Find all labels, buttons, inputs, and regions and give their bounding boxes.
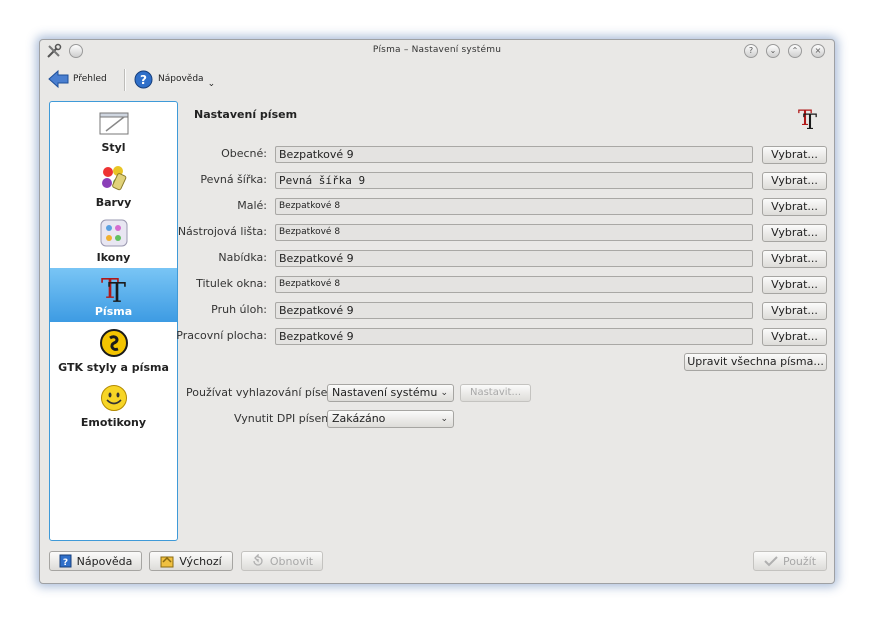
antialias-value: Nastavení systému	[332, 386, 438, 399]
overview-button[interactable]: Přehled	[48, 67, 107, 91]
style-icon	[98, 109, 130, 137]
font-small-choose-button[interactable]: Vybrat...	[762, 198, 827, 216]
gtk-icon	[98, 329, 130, 357]
minimize-button[interactable]: ⌄	[766, 44, 780, 58]
page-title: Nastavení písem	[194, 108, 298, 121]
font-window-title-label: Titulek okna:	[196, 277, 267, 290]
fonts-icon: T T	[98, 273, 130, 309]
font-menu-choose-button[interactable]: Vybrat...	[762, 250, 827, 268]
sidebar-item-label: Styl	[101, 141, 126, 154]
font-desktop-field: Bezpatkové 9	[275, 328, 753, 345]
checkmark-icon	[764, 555, 778, 567]
font-taskbar-label: Pruh úloh:	[211, 303, 267, 316]
font-desktop-label: Pracovní plocha:	[176, 329, 267, 342]
sidebar-item-label: Barvy	[95, 196, 132, 209]
window-title: Písma – Nastavení systému	[372, 45, 502, 55]
fonts-settings-panel: Nastavení písem T T Obecné: Bezpatkové 9…	[176, 101, 831, 541]
sidebar-item-label: GTK styly a písma	[58, 361, 169, 374]
colors-icon	[98, 164, 130, 192]
maximize-button[interactable]: ⌃	[788, 44, 802, 58]
footer-help-label: Nápověda	[76, 554, 133, 568]
sidebar-item-style[interactable]: Styl	[50, 104, 177, 158]
chevron-down-icon: ⌄	[440, 414, 448, 424]
icons-icon	[98, 219, 130, 247]
toolbar-separator	[124, 69, 126, 91]
dpi-label: Vynutit DPI písem:	[234, 412, 336, 425]
defaults-button[interactable]: Výchozí	[149, 551, 233, 571]
svg-text:?: ?	[140, 73, 147, 87]
font-small-field: Bezpatkové 8	[275, 198, 753, 215]
reset-label: Obnovit	[269, 554, 314, 568]
toolbar: Přehled ? Nápověda ⌄	[40, 64, 834, 94]
antialias-configure-button[interactable]: Nastavit...	[460, 384, 531, 402]
help-menu-button[interactable]: ? Nápověda ⌄	[134, 67, 215, 91]
font-window-title-choose-button[interactable]: Vybrat...	[762, 276, 827, 294]
settings-window: Písma – Nastavení systému ? ⌄ ⌃ × Přehle…	[39, 39, 835, 584]
sidebar-item-fonts[interactable]: T T Písma	[50, 268, 177, 322]
sidebar-item-label: Ikony	[96, 251, 131, 264]
reset-icon	[251, 553, 265, 568]
chevron-down-icon: ⌄	[207, 79, 216, 89]
font-taskbar-choose-button[interactable]: Vybrat...	[762, 302, 827, 320]
defaults-icon	[160, 554, 174, 568]
font-general-label: Obecné:	[221, 147, 267, 160]
sidebar-item-icons[interactable]: Ikony	[50, 214, 177, 268]
category-sidebar: Styl Barvy Ikony T T Písma GTK styly a p…	[49, 101, 178, 541]
font-window-title-field: Bezpatkové 8	[275, 276, 753, 293]
close-button[interactable]: ×	[811, 44, 825, 58]
help-book-icon: ?	[59, 554, 72, 568]
help-icon: ?	[134, 70, 153, 89]
font-taskbar-field: Bezpatkové 9	[275, 302, 753, 319]
sidebar-item-gtk[interactable]: GTK styly a písma	[50, 324, 177, 378]
font-toolbar-field: Bezpatkové 8	[275, 224, 753, 241]
dpi-select[interactable]: Zakázáno ⌄	[327, 410, 454, 428]
adjust-all-fonts-button[interactable]: Upravit všechna písma...	[684, 353, 827, 371]
font-toolbar-label: Nástrojová lišta:	[177, 225, 267, 238]
font-general-field: Bezpatkové 9	[275, 146, 753, 163]
footer-help-button[interactable]: ? Nápověda	[49, 551, 142, 571]
overview-label: Přehled	[73, 74, 107, 84]
emoticons-icon	[98, 384, 130, 412]
font-small-label: Malé:	[237, 199, 267, 212]
defaults-label: Výchozí	[179, 554, 222, 568]
sidebar-item-emoticons[interactable]: Emotikony	[50, 379, 177, 433]
font-desktop-choose-button[interactable]: Vybrat...	[762, 328, 827, 346]
help-menu-label: Nápověda	[158, 74, 204, 84]
font-menu-label: Nabídka:	[218, 251, 267, 264]
help-window-button[interactable]: ?	[744, 44, 758, 58]
title-bar: Písma – Nastavení systému ? ⌄ ⌃ ×	[40, 40, 834, 62]
font-menu-field: Bezpatkové 9	[275, 250, 753, 267]
apply-label: Použít	[782, 554, 817, 568]
font-fixed-choose-button[interactable]: Vybrat...	[762, 172, 827, 190]
antialias-label: Používat vyhlazování písem:	[186, 386, 342, 399]
sidebar-item-colors[interactable]: Barvy	[50, 159, 177, 213]
svg-text:T: T	[108, 278, 126, 303]
antialias-select[interactable]: Nastavení systému ⌄	[327, 384, 454, 402]
reset-button[interactable]: Obnovit	[241, 551, 323, 571]
back-arrow-icon	[48, 69, 70, 89]
apply-button[interactable]: Použít	[753, 551, 827, 571]
font-toolbar-choose-button[interactable]: Vybrat...	[762, 224, 827, 242]
font-fixed-label: Pevná šířka:	[200, 173, 267, 186]
svg-text:?: ?	[63, 558, 68, 568]
svg-text:T: T	[803, 110, 817, 131]
sidebar-item-label: Emotikony	[80, 416, 147, 429]
fonts-header-icon: T T	[795, 105, 821, 134]
dpi-value: Zakázáno	[332, 412, 386, 425]
font-general-choose-button[interactable]: Vybrat...	[762, 146, 827, 164]
chevron-down-icon: ⌄	[440, 388, 448, 398]
sidebar-item-label: Písma	[94, 305, 133, 318]
font-fixed-field: Pevná šířka 9	[275, 172, 753, 189]
